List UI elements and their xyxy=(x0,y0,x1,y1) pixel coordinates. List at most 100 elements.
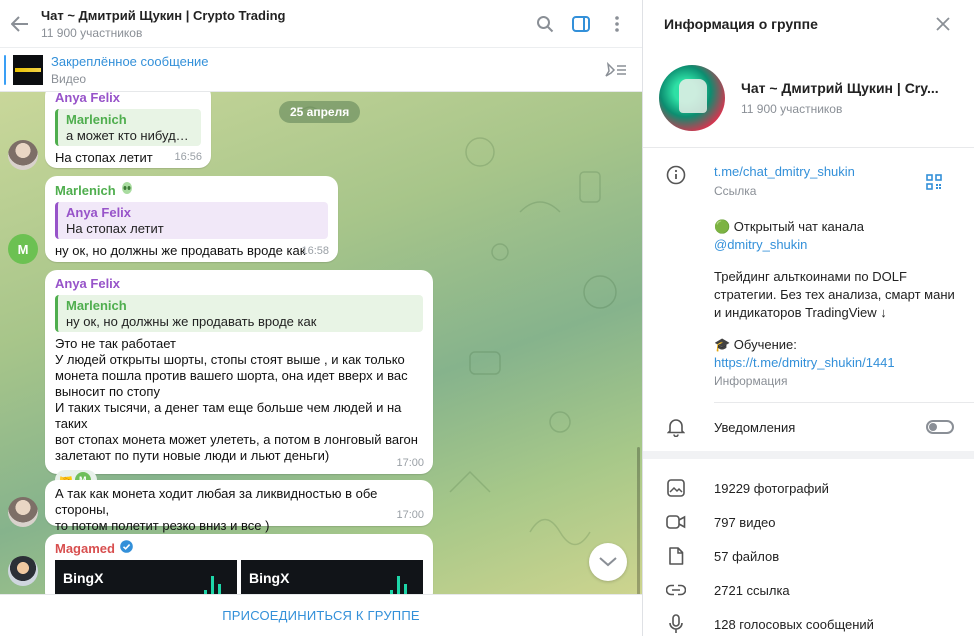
message-time: 17:00 xyxy=(396,509,424,521)
pinned-thumbnail xyxy=(13,54,43,85)
chat-header: Чат ~ Дмитрий Щукин | Crypto Trading 11 … xyxy=(0,0,642,48)
message-bubble[interactable]: Anya Felix Marlenich а может кто нибудь … xyxy=(45,92,211,168)
avatar-letter: M xyxy=(17,241,29,257)
media-row-videos[interactable]: 797 видео xyxy=(643,505,974,539)
notifications-toggle[interactable] xyxy=(926,420,954,434)
join-group-button[interactable]: ПРИСОЕДИНИТЬСЯ К ГРУППЕ xyxy=(222,608,420,623)
verified-badge-icon xyxy=(120,540,133,556)
reply-sender: Marlenich xyxy=(66,298,127,313)
qr-code-icon[interactable] xyxy=(926,174,944,192)
pinned-indicator xyxy=(4,54,6,85)
sender-name: Magamed xyxy=(55,540,115,556)
chat-title: Чат ~ Дмитрий Щукин | Crypto Trading xyxy=(41,7,286,23)
info-title: Информация о группе xyxy=(664,16,818,32)
message-bubble[interactable]: Anya Felix Marlenich ну ок, но должны же… xyxy=(45,270,433,490)
image-caption: BingX xyxy=(249,570,290,586)
join-bar: ПРИСОЕДИНИТЬСЯ К ГРУППЕ xyxy=(0,594,642,636)
description-line: 🟢 Открытый чат канала xyxy=(714,219,865,234)
reply-text: ну ок, но должны же продавать вроде как xyxy=(66,314,317,329)
message-text: А так как монета ходит любая за ликвидно… xyxy=(55,486,378,533)
media-label: 57 файлов xyxy=(714,548,780,564)
chat-panel: Чат ~ Дмитрий Щукин | Crypto Trading 11 … xyxy=(0,0,643,636)
description-label: Информация xyxy=(714,374,788,388)
info-circle-icon xyxy=(665,164,687,186)
message-time: 16:56 xyxy=(174,151,202,163)
alien-emoji-badge-icon xyxy=(121,182,133,198)
pinned-title: Закреплённое сообщение xyxy=(51,53,209,69)
message-text: ну ок, но должны же продавать вроде как xyxy=(55,243,306,258)
message-bubble[interactable]: Magamed BingX BingX xyxy=(45,534,433,594)
link-row[interactable]: t.me/chat_dmitry_shukin Ссылка xyxy=(643,164,974,210)
reply-quote[interactable]: Anya Felix На стопах летит xyxy=(55,202,328,239)
media-row-files[interactable]: 57 файлов xyxy=(643,539,974,573)
messages-area[interactable]: 25 апреля Anya Felix Marlenich а может к… xyxy=(0,92,642,594)
avatar[interactable] xyxy=(8,140,38,170)
reply-sender: Anya Felix xyxy=(66,205,132,220)
reply-quote[interactable]: Marlenich ну ок, но должны же продавать … xyxy=(55,295,423,332)
message-bubble[interactable]: Marlenich Anya Felix На стопах летит ну … xyxy=(45,176,338,262)
notifications-label: Уведомления xyxy=(714,419,796,435)
telegram-window: Чат ~ Дмитрий Щукин | Crypto Trading 11 … xyxy=(0,0,974,636)
channel-link[interactable]: @dmitry_shukin xyxy=(714,236,974,254)
media-image[interactable]: BingX xyxy=(55,560,237,594)
info-header: Информация о группе xyxy=(643,0,974,48)
message-sender[interactable]: Magamed xyxy=(55,540,423,556)
date-separator: 25 апреля xyxy=(279,101,361,123)
close-icon[interactable] xyxy=(932,13,954,35)
chevron-down-icon xyxy=(599,557,617,567)
notifications-row[interactable]: Уведомления xyxy=(643,403,974,451)
group-info-panel: Информация о группе Чат ~ Дмитрий Щукин … xyxy=(643,0,974,636)
group-name: Чат ~ Дмитрий Щукин | Cry... xyxy=(741,79,939,96)
media-grid[interactable]: BingX BingX xyxy=(55,560,423,594)
logo-bars xyxy=(204,576,221,594)
message-bubble[interactable]: А так как монета ходит любая за ликвидно… xyxy=(45,480,433,533)
media-row-voice[interactable]: 128 голосовых сообщений xyxy=(643,607,974,636)
file-icon xyxy=(665,545,687,567)
video-icon xyxy=(665,511,687,533)
avatar[interactable] xyxy=(8,497,38,527)
media-row-photos[interactable]: 19229 фотографий xyxy=(643,471,974,505)
group-avatar[interactable] xyxy=(659,64,725,131)
back-arrow-icon[interactable] xyxy=(8,12,32,36)
messages-scrollbar[interactable] xyxy=(637,447,640,594)
chat-member-count: 11 900 участников xyxy=(41,25,143,40)
chat-title-block[interactable]: Чат ~ Дмитрий Щукин | Crypto Trading 11 … xyxy=(41,8,530,40)
search-icon[interactable] xyxy=(530,9,560,39)
image-caption: BingX xyxy=(63,570,104,586)
reply-text: На стопах летит xyxy=(66,221,164,236)
message-time: 16:58 xyxy=(301,245,329,257)
photo-icon xyxy=(665,477,687,499)
logo-bars xyxy=(390,576,407,594)
reply-text: а может кто нибудь о... xyxy=(66,128,193,143)
microphone-icon xyxy=(665,613,687,635)
avatar[interactable]: M xyxy=(8,234,38,264)
description-body: Трейдинг альткоинами по DOLF стратегии. … xyxy=(714,269,955,320)
media-label: 797 видео xyxy=(714,514,776,530)
pinned-list-icon[interactable] xyxy=(602,59,630,81)
avatar[interactable] xyxy=(8,556,38,586)
media-row-links[interactable]: 2721 ссылка xyxy=(643,573,974,607)
sidebar-toggle-icon[interactable] xyxy=(566,9,596,39)
reply-sender: Marlenich xyxy=(66,112,127,127)
more-vertical-icon[interactable] xyxy=(602,9,632,39)
link-icon xyxy=(665,579,687,601)
message-time: 17:00 xyxy=(396,457,424,469)
message-sender[interactable]: Anya Felix xyxy=(55,92,201,105)
sender-name: Marlenich xyxy=(55,182,116,198)
media-image[interactable]: BingX xyxy=(241,560,423,594)
education-link[interactable]: https://t.me/dmitry_shukin/1441 xyxy=(714,354,974,372)
scroll-down-button[interactable] xyxy=(589,543,627,581)
toggle-knob xyxy=(929,423,937,431)
pinned-message-bar[interactable]: Закреплённое сообщение Видео xyxy=(0,48,642,92)
group-member-count: 11 900 участников xyxy=(741,101,843,116)
pinned-subtitle: Видео xyxy=(51,71,87,86)
group-details: t.me/chat_dmitry_shukin Ссылка 🟢 Открыты… xyxy=(643,148,974,451)
message-text: Это не так работает У людей открыты шорт… xyxy=(55,336,418,463)
media-label: 128 голосовых сообщений xyxy=(714,616,874,632)
message-sender[interactable]: Marlenich xyxy=(55,182,328,198)
bell-icon xyxy=(665,416,687,438)
group-card: Чат ~ Дмитрий Щукин | Cry... 11 900 учас… xyxy=(643,48,974,148)
description-row: 🟢 Открытый чат канала @dmitry_shukin Тре… xyxy=(643,210,974,402)
reply-quote[interactable]: Marlenich а может кто нибудь о... xyxy=(55,109,201,146)
message-sender[interactable]: Anya Felix xyxy=(55,276,423,291)
